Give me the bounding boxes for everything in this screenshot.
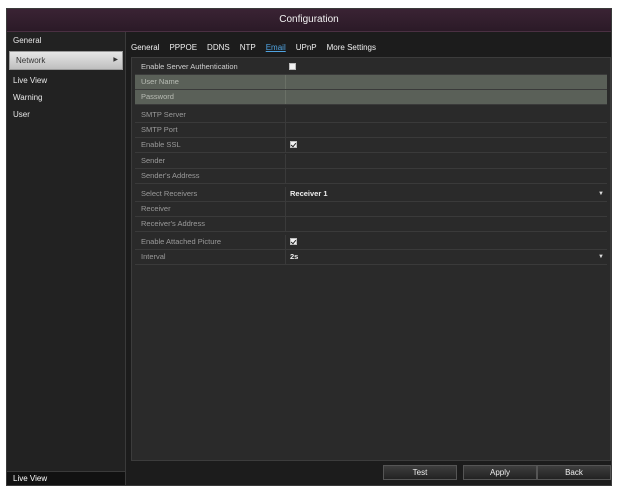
tab-more-settings[interactable]: More Settings: [327, 41, 376, 55]
sidebar-item-network[interactable]: Network ▶: [9, 51, 123, 70]
row-receiver-address: Receiver's Address: [135, 217, 607, 232]
select-receivers-label: Select Receivers: [141, 189, 198, 198]
sidebar: General Network ▶ Live View Warning User…: [7, 32, 126, 485]
enable-ssl-cell: [285, 138, 607, 152]
sender-address-input[interactable]: [285, 169, 607, 183]
main-content: General PPPOE DDNS NTP Email UPnP More S…: [131, 41, 611, 481]
row-smtp-server: SMTP Server: [135, 108, 607, 123]
tab-ntp[interactable]: NTP: [240, 41, 256, 55]
enable-attached-picture-checkbox[interactable]: [290, 238, 297, 245]
live-view-button[interactable]: Live View: [7, 471, 125, 485]
button-bar: Test Apply Back: [131, 465, 611, 481]
sidebar-item-label: Network: [16, 56, 46, 65]
sidebar-item-label: User: [13, 110, 30, 119]
enable-ssl-label: Enable SSL: [141, 140, 181, 149]
sidebar-item-label: Live View: [13, 76, 48, 85]
interval-value: 2s: [290, 252, 299, 261]
receiver-address-label: Receiver's Address: [141, 219, 205, 228]
chevron-right-icon: ▶: [113, 57, 118, 63]
sidebar-item-user[interactable]: User: [7, 106, 125, 123]
row-enable-ssl: Enable SSL: [135, 138, 607, 153]
apply-button[interactable]: Apply: [463, 465, 537, 480]
enable-attached-picture-label: Enable Attached Picture: [141, 237, 222, 246]
receiver-input[interactable]: [285, 202, 607, 216]
row-sender: Sender: [135, 154, 607, 169]
sidebar-item-general[interactable]: General: [7, 32, 125, 49]
select-receivers-value: Receiver 1: [290, 189, 328, 198]
row-receiver: Receiver: [135, 202, 607, 217]
select-receivers-dropdown[interactable]: Receiver 1 ▼: [285, 187, 607, 201]
row-enable-attached-picture: Enable Attached Picture: [135, 235, 607, 250]
smtp-port-input[interactable]: [285, 123, 607, 137]
password-label: Password: [141, 92, 174, 101]
configuration-window: Configuration General Network ▶ Live Vie…: [6, 8, 612, 486]
sidebar-item-live-view[interactable]: Live View: [7, 72, 125, 89]
row-smtp-port: SMTP Port: [135, 123, 607, 138]
back-button[interactable]: Back: [537, 465, 611, 480]
sender-input[interactable]: [285, 154, 607, 168]
receiver-label: Receiver: [141, 204, 171, 213]
smtp-server-input[interactable]: [285, 108, 607, 122]
enable-auth-checkbox[interactable]: [289, 63, 296, 70]
sender-label: Sender: [141, 156, 166, 165]
smtp-port-label: SMTP Port: [141, 125, 178, 134]
sidebar-item-warning[interactable]: Warning: [7, 89, 125, 106]
sender-address-label: Sender's Address: [141, 171, 200, 180]
enable-attached-picture-cell: [285, 235, 607, 249]
sidebar-item-label: General: [13, 36, 42, 45]
tab-general[interactable]: General: [131, 41, 159, 55]
receiver-address-input[interactable]: [285, 217, 607, 231]
enable-ssl-checkbox[interactable]: [290, 141, 297, 148]
user-name-label: User Name: [141, 77, 179, 86]
tab-pppoe[interactable]: PPPOE: [169, 41, 197, 55]
sidebar-item-label: Warning: [13, 93, 43, 102]
tab-ddns[interactable]: DDNS: [207, 41, 230, 55]
password-input[interactable]: [285, 90, 607, 104]
enable-auth-cell: [285, 60, 607, 74]
tab-upnp[interactable]: UPnP: [296, 41, 317, 55]
dropdown-arrow-icon: ▼: [598, 254, 604, 260]
enable-auth-label: Enable Server Authentication: [141, 62, 238, 71]
email-settings-panel: Enable Server Authentication User Name P…: [131, 57, 611, 461]
interval-label: Interval: [141, 252, 166, 261]
tab-email[interactable]: Email: [266, 41, 286, 55]
test-button[interactable]: Test: [383, 465, 457, 480]
row-enable-auth: Enable Server Authentication: [135, 60, 607, 75]
user-name-input[interactable]: [285, 75, 607, 89]
row-select-receivers: Select Receivers Receiver 1 ▼: [135, 187, 607, 202]
window-title: Configuration: [7, 9, 611, 32]
smtp-server-label: SMTP Server: [141, 110, 186, 119]
interval-dropdown[interactable]: 2s ▼: [285, 250, 607, 264]
dropdown-arrow-icon: ▼: [598, 191, 604, 197]
row-user-name: User Name: [135, 75, 607, 90]
tab-bar: General PPPOE DDNS NTP Email UPnP More S…: [131, 41, 611, 55]
row-interval: Interval 2s ▼: [135, 250, 607, 265]
row-sender-address: Sender's Address: [135, 169, 607, 184]
row-password: Password: [135, 90, 607, 105]
